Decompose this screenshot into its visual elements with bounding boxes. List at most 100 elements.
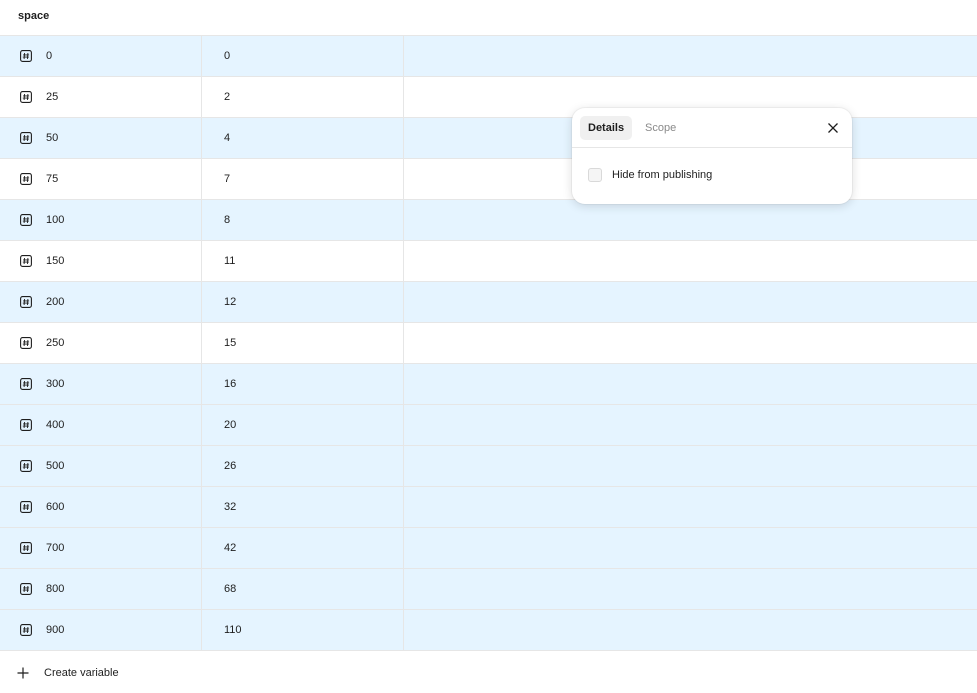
variable-value: 15 [224, 337, 237, 349]
variable-value: 32 [224, 501, 237, 513]
variable-name: 500 [46, 460, 65, 472]
variable-name: 50 [46, 132, 59, 144]
variable-name-cell[interactable]: 75 [0, 159, 202, 199]
variable-name-cell[interactable]: 50 [0, 118, 202, 158]
table-row[interactable]: 100 8 [0, 200, 977, 241]
collection-title: space [18, 10, 50, 22]
variable-value: 20 [224, 419, 237, 431]
variable-name-cell[interactable]: 400 [0, 405, 202, 445]
table-footer: Create variable [0, 652, 977, 693]
number-variable-icon [20, 501, 32, 513]
table-row[interactable]: 00 [0, 36, 977, 77]
table-row[interactable]: 600 32 [0, 487, 977, 528]
number-variable-icon [20, 419, 32, 431]
number-variable-icon [20, 296, 32, 308]
variable-value: 12 [224, 296, 237, 308]
empty-cell [404, 446, 977, 486]
variable-name-cell[interactable]: 100 [0, 200, 202, 240]
variable-name: 25 [46, 91, 59, 103]
table-row[interactable]: 300 16 [0, 364, 977, 405]
variable-value-cell[interactable]: 68 [202, 569, 404, 609]
variable-value: 0 [224, 50, 231, 62]
number-variable-icon [20, 337, 32, 349]
number-variable-icon [20, 214, 32, 226]
table-row[interactable]: 800 68 [0, 569, 977, 610]
variable-name: 600 [46, 501, 65, 513]
number-variable-icon [20, 50, 32, 62]
close-icon[interactable] [826, 121, 840, 135]
variable-value: 26 [224, 460, 237, 472]
variable-name: 100 [46, 214, 65, 226]
variable-name: 0 [46, 50, 53, 62]
number-variable-icon [20, 91, 32, 103]
variable-value-cell[interactable]: 8 [202, 200, 404, 240]
variable-name-cell[interactable]: 300 [0, 364, 202, 404]
variable-name-cell[interactable]: 800 [0, 569, 202, 609]
variable-value: 8 [224, 214, 231, 226]
variable-name-cell[interactable]: 900 [0, 610, 202, 650]
variable-name: 75 [46, 173, 59, 185]
collection-header: space [0, 0, 977, 36]
create-variable-label: Create variable [44, 667, 119, 679]
variable-name: 400 [46, 419, 65, 431]
empty-cell [404, 569, 977, 609]
tab-scope[interactable]: Scope [637, 116, 684, 140]
variable-name-cell[interactable]: 500 [0, 446, 202, 486]
variable-name-cell[interactable]: 25 [0, 77, 202, 117]
table-row[interactable]: 700 42 [0, 528, 977, 569]
variable-value-cell[interactable]: 11 [202, 241, 404, 281]
variable-value-cell[interactable]: 15 [202, 323, 404, 363]
variable-value: 110 [224, 624, 242, 636]
table-row[interactable]: 200 12 [0, 282, 977, 323]
variable-name-cell[interactable]: 150 [0, 241, 202, 281]
variable-value: 7 [224, 173, 231, 185]
empty-cell [404, 241, 977, 281]
variable-value-cell[interactable]: 32 [202, 487, 404, 527]
table-row[interactable]: 150 11 [0, 241, 977, 282]
variable-value-cell[interactable]: 26 [202, 446, 404, 486]
hide-from-publishing-label: Hide from publishing [612, 169, 713, 181]
variable-name: 200 [46, 296, 65, 308]
empty-cell [404, 323, 977, 363]
variable-name-cell[interactable]: 700 [0, 528, 202, 568]
variable-details-popover: Details Scope Hide from publishing [572, 108, 852, 204]
table-row[interactable]: 250 15 [0, 323, 977, 364]
variable-value-cell[interactable]: 20 [202, 405, 404, 445]
table-row[interactable]: 400 20 [0, 405, 977, 446]
empty-cell [404, 610, 977, 650]
number-variable-icon [20, 583, 32, 595]
variable-value-cell[interactable]: 16 [202, 364, 404, 404]
variable-value: 42 [224, 542, 237, 554]
empty-cell [404, 487, 977, 527]
table-row[interactable]: 900 110 [0, 610, 977, 651]
variable-name-cell[interactable]: 0 [0, 36, 202, 76]
number-variable-icon [20, 460, 32, 472]
variable-name-cell[interactable]: 250 [0, 323, 202, 363]
empty-cell [404, 200, 977, 240]
variable-name-cell[interactable]: 600 [0, 487, 202, 527]
empty-cell [404, 405, 977, 445]
variable-value: 4 [224, 132, 231, 144]
variable-value-cell[interactable]: 0 [202, 36, 404, 76]
number-variable-icon [20, 132, 32, 144]
variable-value-cell[interactable]: 110 [202, 610, 404, 650]
number-variable-icon [20, 255, 32, 267]
variable-name: 700 [46, 542, 65, 554]
number-variable-icon [20, 542, 32, 554]
tab-details[interactable]: Details [580, 116, 633, 140]
variable-value-cell[interactable]: 7 [202, 159, 404, 199]
variable-value-cell[interactable]: 42 [202, 528, 404, 568]
number-variable-icon [20, 173, 32, 185]
variable-name: 800 [46, 583, 65, 595]
variable-value-cell[interactable]: 2 [202, 77, 404, 117]
variable-value-cell[interactable]: 12 [202, 282, 404, 322]
variable-value: 68 [224, 583, 237, 595]
hide-from-publishing-checkbox[interactable] [588, 168, 602, 182]
table-row[interactable]: 500 26 [0, 446, 977, 487]
variable-name: 300 [46, 378, 65, 390]
variable-name: 150 [46, 255, 65, 267]
variable-name-cell[interactable]: 200 [0, 282, 202, 322]
popover-header: Details Scope [572, 108, 852, 148]
variable-value-cell[interactable]: 4 [202, 118, 404, 158]
variable-value: 11 [224, 255, 236, 267]
